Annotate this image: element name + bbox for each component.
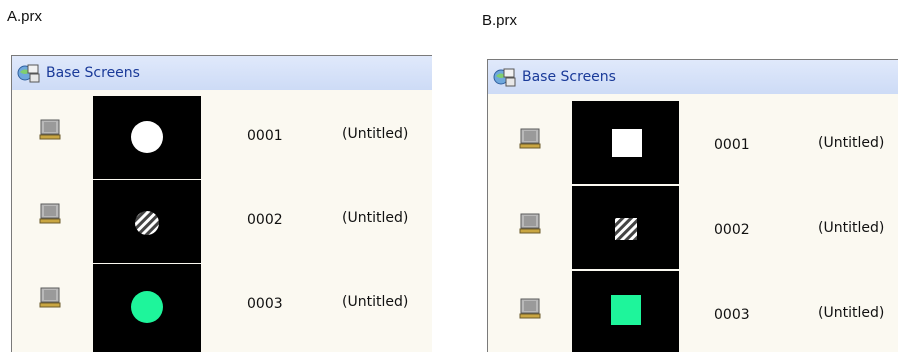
- computer-icon: [39, 287, 61, 308]
- computer-icon: [39, 203, 61, 224]
- screen-preview-thumbnail[interactable]: [572, 271, 679, 352]
- screen-title: (Untitled): [818, 305, 885, 321]
- screen-number: 0003: [247, 296, 283, 312]
- base-screens-header[interactable]: Base Screens: [488, 60, 898, 94]
- screen-title: (Untitled): [342, 126, 409, 142]
- green-circle-shape: [131, 291, 163, 323]
- base-screens-icon: [493, 68, 516, 87]
- striped-circle-shape: [135, 211, 159, 235]
- screen-number: 0002: [714, 222, 750, 238]
- screen-row[interactable]: 0003 (Untitled): [12, 264, 432, 352]
- white-circle-shape: [131, 121, 163, 153]
- computer-icon: [39, 119, 61, 140]
- screen-title: (Untitled): [342, 294, 409, 310]
- screen-list-pane-b: Base Screens 0001 (Untitled) 0002 (Untit…: [487, 59, 898, 352]
- screen-preview-thumbnail[interactable]: [572, 186, 679, 269]
- screen-preview-thumbnail[interactable]: [93, 96, 201, 179]
- green-square-shape: [611, 295, 641, 325]
- computer-icon: [519, 213, 541, 234]
- screen-title: (Untitled): [818, 135, 885, 151]
- screen-number: 0001: [714, 137, 750, 153]
- screen-row[interactable]: 0002 (Untitled): [488, 186, 898, 270]
- screen-title: (Untitled): [818, 220, 885, 236]
- screen-row[interactable]: 0002 (Untitled): [12, 180, 432, 264]
- file-label-b: B.prx: [482, 12, 518, 29]
- screen-title: (Untitled): [342, 210, 409, 226]
- screen-row[interactable]: 0003 (Untitled): [488, 271, 898, 352]
- screen-list-pane-a: Base Screens 0001 (Untitled) 0002 (Untit…: [11, 55, 432, 352]
- screen-preview-thumbnail[interactable]: [93, 264, 201, 352]
- header-title: Base Screens: [522, 69, 616, 85]
- computer-icon: [519, 298, 541, 319]
- base-screens-header[interactable]: Base Screens: [12, 56, 432, 90]
- striped-square-shape: [615, 218, 637, 240]
- screen-number: 0001: [247, 128, 283, 144]
- screen-row[interactable]: 0001 (Untitled): [488, 101, 898, 185]
- computer-icon: [519, 128, 541, 149]
- file-label-a: A.prx: [7, 8, 43, 25]
- base-screens-icon: [17, 64, 40, 83]
- screen-number: 0002: [247, 212, 283, 228]
- screen-row[interactable]: 0001 (Untitled): [12, 96, 432, 180]
- white-square-shape: [612, 129, 642, 157]
- screen-preview-thumbnail[interactable]: [93, 180, 201, 263]
- screen-number: 0003: [714, 307, 750, 323]
- screen-preview-thumbnail[interactable]: [572, 101, 679, 184]
- header-title: Base Screens: [46, 65, 140, 81]
